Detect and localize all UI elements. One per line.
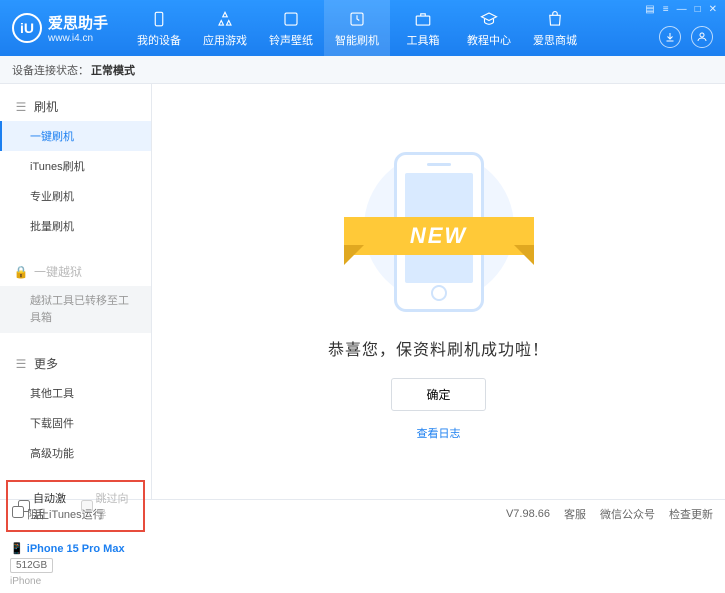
store-icon bbox=[545, 9, 565, 29]
device-storage: 512GB bbox=[10, 558, 53, 573]
nav-label: 爱思商城 bbox=[533, 32, 577, 48]
lock-icon: 🔒 bbox=[14, 265, 28, 279]
flash-icon bbox=[347, 9, 367, 29]
apps-icon bbox=[215, 9, 235, 29]
maximize-icon[interactable]: □ bbox=[695, 4, 701, 15]
device-icon bbox=[149, 9, 169, 29]
nav-label: 铃声壁纸 bbox=[269, 32, 313, 48]
sidebar-item-advanced[interactable]: 高级功能 bbox=[0, 438, 151, 468]
success-illustration: NEW bbox=[354, 142, 524, 322]
success-message: 恭喜您，保资料刷机成功啦！ bbox=[328, 336, 549, 360]
download-icon[interactable] bbox=[659, 26, 681, 48]
more-icon: ☰ bbox=[14, 357, 28, 371]
top-nav: 我的设备 应用游戏 铃声壁纸 智能刷机 工具箱 教程中心 爱思商城 bbox=[126, 0, 588, 56]
sidebar: ☰ 刷机 一键刷机 iTunes刷机 专业刷机 批量刷机 🔒 一键越狱 越狱工具… bbox=[0, 84, 152, 499]
footer-link-wechat[interactable]: 微信公众号 bbox=[600, 506, 655, 522]
phone-icon: 📱 bbox=[10, 543, 24, 555]
footer-link-update[interactable]: 检查更新 bbox=[669, 506, 713, 522]
device-name: iPhone 15 Pro Max bbox=[27, 543, 125, 555]
app-title: 爱思助手 bbox=[48, 12, 108, 33]
sidebar-item-pro[interactable]: 专业刷机 bbox=[0, 181, 151, 211]
list-icon: ☰ bbox=[14, 100, 28, 114]
main-content: NEW 恭喜您，保资料刷机成功啦！ 确定 查看日志 bbox=[152, 84, 725, 499]
nav-tools[interactable]: 工具箱 bbox=[390, 0, 456, 56]
nav-store[interactable]: 爱思商城 bbox=[522, 0, 588, 56]
nav-label: 应用游戏 bbox=[203, 32, 247, 48]
view-log-link[interactable]: 查看日志 bbox=[417, 425, 461, 441]
nav-label: 工具箱 bbox=[407, 32, 440, 48]
nav-flash[interactable]: 智能刷机 bbox=[324, 0, 390, 56]
user-icon[interactable] bbox=[691, 26, 713, 48]
new-ribbon: NEW bbox=[344, 217, 534, 255]
sidebar-head-label: 刷机 bbox=[34, 98, 58, 115]
sidebar-item-other[interactable]: 其他工具 bbox=[0, 378, 151, 408]
sidebar-item-oneclick[interactable]: 一键刷机 bbox=[0, 121, 151, 151]
nav-tutorials[interactable]: 教程中心 bbox=[456, 0, 522, 56]
version-label: V7.98.66 bbox=[506, 508, 550, 520]
header-actions bbox=[659, 26, 713, 48]
sidebar-head-label: 一键越狱 bbox=[34, 263, 82, 280]
sidebar-item-itunes[interactable]: iTunes刷机 bbox=[0, 151, 151, 181]
sidebar-head-jailbreak: 🔒 一键越狱 bbox=[0, 257, 151, 286]
status-mode: 正常模式 bbox=[91, 62, 135, 78]
device-info: 📱 iPhone 15 Pro Max 512GB iPhone bbox=[0, 536, 151, 593]
sidebar-head-label: 更多 bbox=[34, 355, 58, 372]
nav-label: 教程中心 bbox=[467, 32, 511, 48]
nav-ringtones[interactable]: 铃声壁纸 bbox=[258, 0, 324, 56]
nav-label: 我的设备 bbox=[137, 32, 181, 48]
footer-link-support[interactable]: 客服 bbox=[564, 506, 586, 522]
close-icon[interactable]: ✕ bbox=[709, 4, 717, 15]
sidebar-item-jailbreak-note: 越狱工具已转移至工具箱 bbox=[0, 286, 151, 333]
sidebar-head-more[interactable]: ☰ 更多 bbox=[0, 349, 151, 378]
app-url: www.i4.cn bbox=[48, 33, 108, 44]
app-header: iU 爱思助手 www.i4.cn 我的设备 应用游戏 铃声壁纸 智能刷机 工具… bbox=[0, 0, 725, 56]
nav-apps[interactable]: 应用游戏 bbox=[192, 0, 258, 56]
pin-icon[interactable]: ≡ bbox=[663, 4, 669, 15]
wallpaper-icon bbox=[281, 9, 301, 29]
logo-icon: iU bbox=[12, 13, 42, 43]
status-prefix: 设备连接状态： bbox=[12, 62, 89, 78]
block-itunes-checkbox[interactable]: 阻止iTunes运行 bbox=[12, 506, 104, 522]
nav-my-device[interactable]: 我的设备 bbox=[126, 0, 192, 56]
sidebar-item-batch[interactable]: 批量刷机 bbox=[0, 211, 151, 241]
device-type: iPhone bbox=[10, 576, 141, 587]
toolbox-icon bbox=[413, 9, 433, 29]
window-controls: ▤ ≡ — □ ✕ bbox=[645, 4, 717, 15]
status-bar: 设备连接状态： 正常模式 bbox=[0, 56, 725, 84]
sidebar-head-flash[interactable]: ☰ 刷机 bbox=[0, 92, 151, 121]
menu-icon[interactable]: ▤ bbox=[645, 4, 654, 15]
checkbox-label: 阻止iTunes运行 bbox=[27, 509, 104, 521]
nav-label: 智能刷机 bbox=[335, 32, 379, 48]
sidebar-item-firmware[interactable]: 下载固件 bbox=[0, 408, 151, 438]
minimize-icon[interactable]: — bbox=[677, 4, 687, 15]
logo: iU 爱思助手 www.i4.cn bbox=[12, 12, 108, 44]
graduation-icon bbox=[479, 9, 499, 29]
confirm-button[interactable]: 确定 bbox=[391, 378, 485, 411]
